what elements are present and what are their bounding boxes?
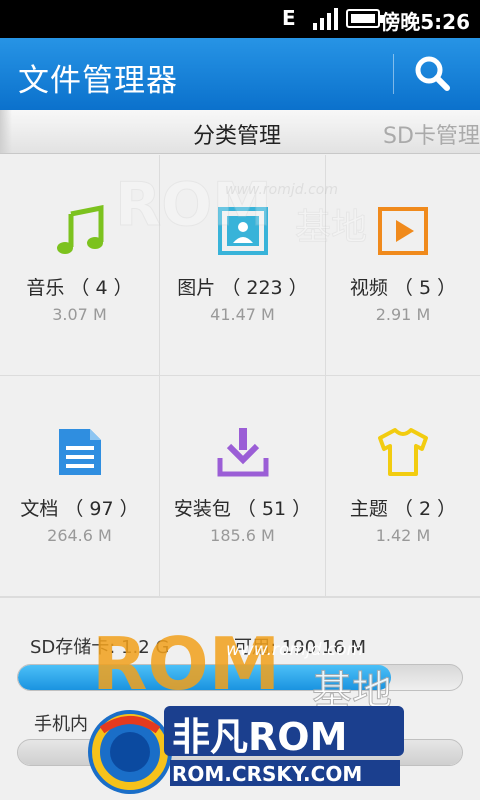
category-label: 音乐 （ 4 ） xyxy=(26,277,133,299)
video-icon xyxy=(378,207,428,255)
tab-sd-card-management[interactable]: SD卡管理 xyxy=(383,118,480,150)
signal-strength-icon xyxy=(313,8,338,30)
install-package-icon xyxy=(217,428,268,477)
phone-storage-usage-bar xyxy=(17,739,463,766)
category-size: 41.47 M xyxy=(210,305,275,324)
category-size: 2.91 M xyxy=(375,305,431,324)
category-grid: 音乐 （ 4 ） 3.07 M 图片 （ 223 ） 41.47 M 视频 （ … xyxy=(0,155,480,597)
search-icon[interactable] xyxy=(402,44,462,104)
app-title: 文件管理器 xyxy=(18,63,178,99)
sd-card-available-label: 可用: 190.16 M xyxy=(234,637,367,658)
picture-icon xyxy=(217,207,268,255)
category-video[interactable]: 视频 （ 5 ） 2.91 M xyxy=(326,155,480,376)
category-label: 图片 （ 223 ） xyxy=(177,277,308,299)
tab-bar-edge xyxy=(0,110,12,153)
music-icon xyxy=(56,205,103,254)
app-header: 文件管理器 xyxy=(0,38,480,110)
document-icon xyxy=(58,429,101,475)
sd-card-usage-fill xyxy=(18,665,391,690)
category-size: 264.6 M xyxy=(47,526,112,545)
tab-bar: 分类管理 SD卡管理 xyxy=(0,110,480,154)
sd-card-usage-bar xyxy=(17,664,463,691)
category-label: 主题 （ 2 ） xyxy=(349,498,457,520)
category-pictures[interactable]: 图片 （ 223 ） 41.47 M xyxy=(160,155,326,376)
storage-section: SD存储卡: 1.2 G 可用: 190.16 M 手机内 xyxy=(0,597,480,800)
category-size: 185.6 M xyxy=(210,526,275,545)
category-documents[interactable]: 文档 （ 97 ） 264.6 M xyxy=(0,376,160,597)
header-divider xyxy=(393,54,394,94)
phone-storage-usage-fill xyxy=(18,740,462,765)
status-clock: 傍晚5:26 xyxy=(380,10,470,34)
category-label: 视频 （ 5 ） xyxy=(349,277,457,299)
status-bar: E 傍晚5:26 xyxy=(0,0,480,38)
category-themes[interactable]: 主题 （ 2 ） 1.42 M xyxy=(326,376,480,597)
sd-card-capacity-label: SD存储卡: 1.2 G xyxy=(30,637,170,658)
category-label: 安装包 （ 51 ） xyxy=(173,498,312,520)
phone-storage-label: 手机内 xyxy=(34,714,88,735)
tab-category-management[interactable]: 分类管理 xyxy=(193,118,281,150)
category-music[interactable]: 音乐 （ 4 ） 3.07 M xyxy=(0,155,160,376)
theme-shirt-icon xyxy=(378,428,428,476)
category-size: 1.42 M xyxy=(375,526,431,545)
category-size: 3.07 M xyxy=(52,305,107,324)
network-type-indicator: E xyxy=(282,6,296,30)
category-install-packages[interactable]: 安装包 （ 51 ） 185.6 M xyxy=(160,376,326,597)
category-label: 文档 （ 97 ） xyxy=(20,498,139,520)
battery-icon xyxy=(346,9,384,28)
